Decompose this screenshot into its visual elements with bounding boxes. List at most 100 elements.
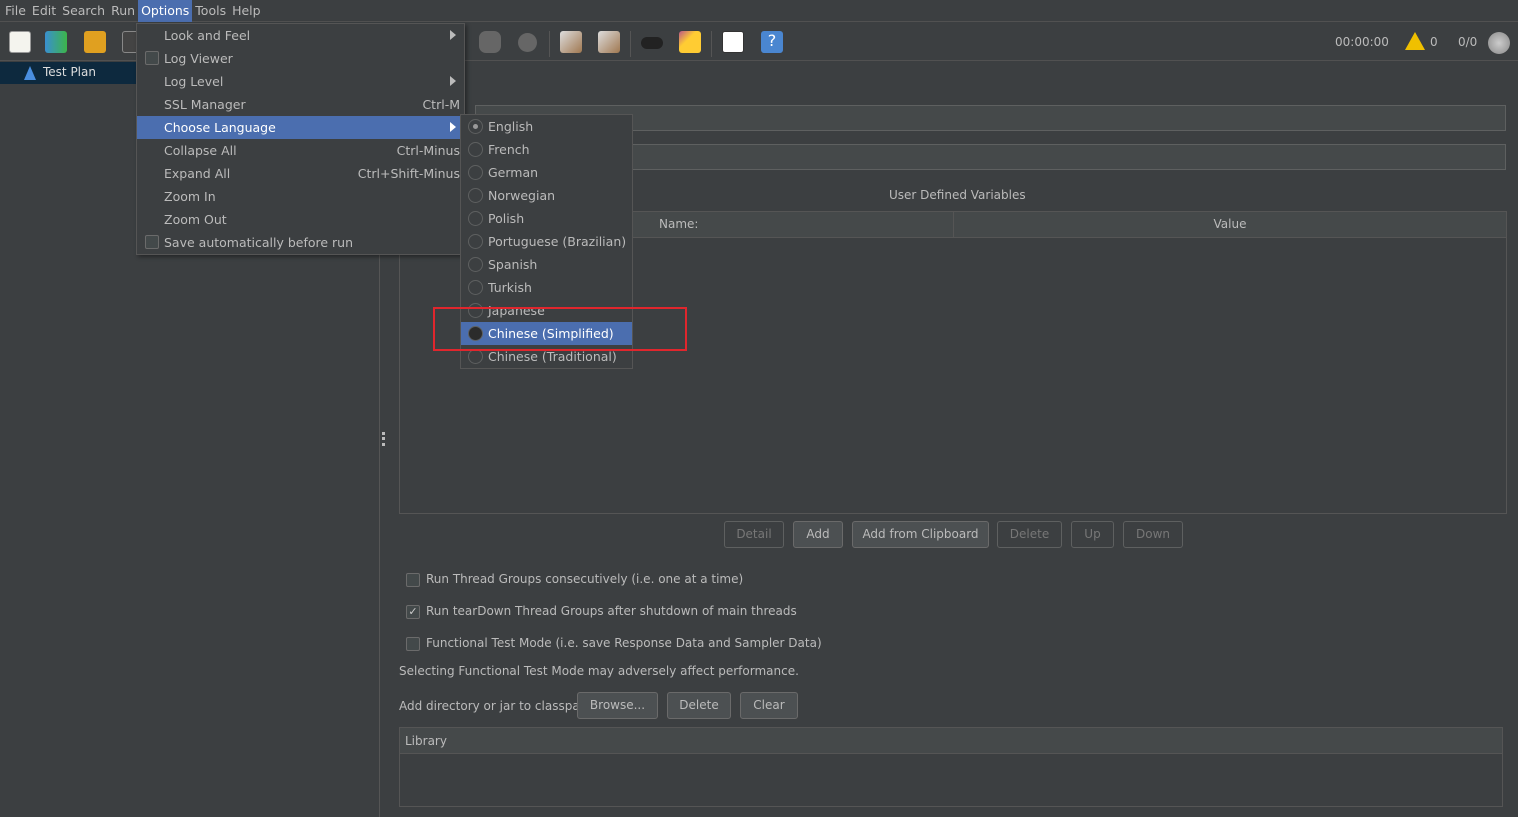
menu-item-label: Log Level <box>164 74 224 89</box>
elapsed-time: 00:00:00 <box>1335 35 1389 49</box>
language-item-french[interactable]: French <box>461 138 632 161</box>
checkbox-icon[interactable] <box>145 235 159 249</box>
highlight-box <box>433 307 687 351</box>
menu-item-log-level[interactable]: Log Level <box>137 70 464 93</box>
clear-button[interactable]: Clear <box>740 692 798 719</box>
clear-all-icon[interactable] <box>598 31 620 53</box>
menu-file[interactable]: File <box>2 0 29 22</box>
menu-search[interactable]: Search <box>59 0 108 22</box>
radio-icon[interactable] <box>468 349 483 364</box>
shortcut: Ctrl-M <box>422 97 460 112</box>
up-button[interactable]: Up <box>1071 521 1114 548</box>
menu-item-label: Expand All <box>164 166 231 181</box>
menu-bar: File Edit Search Run Options Tools Help <box>0 0 1518 22</box>
clear-icon[interactable] <box>560 31 582 53</box>
teardown-checkbox[interactable]: ✓ <box>406 605 420 619</box>
language-label: English <box>488 119 534 134</box>
menu-help[interactable]: Help <box>229 0 264 22</box>
radio-icon[interactable] <box>468 211 483 226</box>
language-item-turkish[interactable]: Turkish <box>461 276 632 299</box>
menu-item-label: Save automatically before run <box>164 235 354 250</box>
language-label: Polish <box>488 211 525 226</box>
browse-button[interactable]: Browse... <box>577 692 658 719</box>
options-menu: Look and Feel Log Viewer Log Level SSL M… <box>136 23 465 255</box>
checkbox-icon[interactable] <box>145 51 159 65</box>
down-button[interactable]: Down <box>1123 521 1183 548</box>
thread-count: 0/0 <box>1458 35 1478 49</box>
menu-item-choose-language[interactable]: Choose Language <box>137 116 464 139</box>
functional-mode-checkbox[interactable] <box>406 637 420 651</box>
tree-item-label: Test Plan <box>43 65 96 79</box>
consecutive-checkbox[interactable] <box>406 573 420 587</box>
new-icon[interactable] <box>9 31 31 53</box>
language-item-english[interactable]: English <box>461 115 632 138</box>
menu-item-log-viewer[interactable]: Log Viewer <box>137 47 464 70</box>
shutdown-icon[interactable] <box>518 33 537 52</box>
function-helper-icon[interactable] <box>722 31 744 53</box>
radio-icon[interactable] <box>468 188 483 203</box>
warning-icon[interactable] <box>1405 32 1425 50</box>
search-icon[interactable] <box>641 37 663 49</box>
templates-icon[interactable] <box>45 31 67 53</box>
teardown-label: Run tearDown Thread Groups after shutdow… <box>426 604 797 618</box>
menu-item-label: Zoom Out <box>164 212 227 227</box>
menu-options[interactable]: Options <box>138 0 193 22</box>
shortcut: Ctrl+Shift-Minus <box>357 166 460 181</box>
functional-note: Selecting Functional Test Mode may adver… <box>399 664 799 678</box>
column-value[interactable]: Value <box>954 212 1506 238</box>
open-icon[interactable] <box>84 31 106 53</box>
menu-item-label: Collapse All <box>164 143 237 158</box>
menu-item-collapse-all[interactable]: Collapse All Ctrl-Minus <box>137 139 464 162</box>
language-item-spanish[interactable]: Spanish <box>461 253 632 276</box>
menu-item-zoom-out[interactable]: Zoom Out <box>137 208 464 231</box>
delete-button[interactable]: Delete <box>997 521 1062 548</box>
column-library[interactable]: Library <box>400 728 1502 754</box>
help-icon[interactable]: ? <box>761 31 783 53</box>
consecutive-label: Run Thread Groups consecutively (i.e. on… <box>426 572 744 586</box>
splitter-handle[interactable] <box>382 432 385 446</box>
menu-item-zoom-in[interactable]: Zoom In <box>137 185 464 208</box>
language-item-norwegian[interactable]: Norwegian <box>461 184 632 207</box>
radio-icon[interactable] <box>468 280 483 295</box>
language-item-german[interactable]: German <box>461 161 632 184</box>
warning-count: 0 <box>1430 35 1438 49</box>
submenu-arrow-icon <box>450 76 456 86</box>
radio-icon[interactable] <box>468 119 483 134</box>
add-from-clipboard-button[interactable]: Add from Clipboard <box>852 521 989 548</box>
menu-edit[interactable]: Edit <box>29 0 59 22</box>
remote-icon[interactable] <box>1488 32 1510 54</box>
radio-icon[interactable] <box>468 234 483 249</box>
menu-item-label: Choose Language <box>164 120 276 135</box>
menu-item-label: Log Viewer <box>164 51 233 66</box>
test-plan-icon <box>24 66 36 80</box>
library-table[interactable]: Library <box>399 727 1503 807</box>
radio-icon[interactable] <box>468 165 483 180</box>
menu-item-label: Look and Feel <box>164 28 251 43</box>
menu-item-expand-all[interactable]: Expand All Ctrl+Shift-Minus <box>137 162 464 185</box>
add-button[interactable]: Add <box>793 521 843 548</box>
stop-icon[interactable] <box>479 31 501 53</box>
classpath-delete-button[interactable]: Delete <box>667 692 731 719</box>
detail-button[interactable]: Detail <box>724 521 784 548</box>
radio-icon[interactable] <box>468 257 483 272</box>
menu-run[interactable]: Run <box>108 0 138 22</box>
reset-search-icon[interactable] <box>679 31 701 53</box>
language-label: French <box>488 142 530 157</box>
udv-title: User Defined Variables <box>889 188 1026 202</box>
language-label: Portuguese (Brazilian) <box>488 234 627 249</box>
language-item-polish[interactable]: Polish <box>461 207 632 230</box>
menu-item-save-automatically[interactable]: Save automatically before run <box>137 231 464 254</box>
language-label: German <box>488 165 539 180</box>
menu-item-label: Zoom In <box>164 189 216 204</box>
menu-tools[interactable]: Tools <box>192 0 229 22</box>
language-item-portuguese-brazilian[interactable]: Portuguese (Brazilian) <box>461 230 632 253</box>
radio-icon[interactable] <box>468 142 483 157</box>
menu-item-ssl-manager[interactable]: SSL Manager Ctrl-M <box>137 93 464 116</box>
tree-item-test-plan[interactable]: Test Plan <box>0 62 136 84</box>
functional-mode-label: Functional Test Mode (i.e. save Response… <box>426 636 822 650</box>
language-label: Chinese (Traditional) <box>488 349 617 364</box>
menu-item-look-and-feel[interactable]: Look and Feel <box>137 24 464 47</box>
menu-item-label: SSL Manager <box>164 97 246 112</box>
language-label: Spanish <box>488 257 538 272</box>
submenu-arrow-icon <box>450 122 456 132</box>
